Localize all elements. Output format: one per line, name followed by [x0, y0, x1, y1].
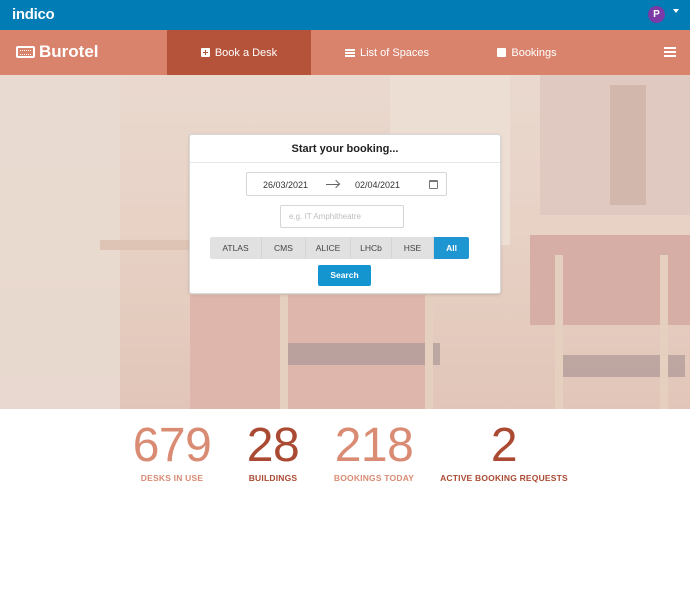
nav-bookings[interactable]: Bookings — [463, 30, 591, 75]
arrow-right-icon — [326, 184, 339, 185]
nav-bookings-label: Bookings — [511, 46, 557, 59]
list-icon — [344, 48, 355, 57]
stat-desks-in-use: 679 DESKS IN USE — [122, 419, 222, 484]
stat-value: 679 — [132, 419, 212, 472]
nav-list-of-spaces[interactable]: List of Spaces — [311, 30, 463, 75]
filter-cms[interactable]: CMS — [262, 237, 306, 259]
top-bar: indico P — [0, 0, 690, 30]
search-button[interactable]: Search — [318, 265, 371, 286]
stat-label: BUILDINGS — [248, 473, 298, 483]
main-nav: Burotel Book a Desk List of Spaces Booki… — [0, 30, 690, 75]
stat-buildings: 28 BUILDINGS — [236, 419, 310, 484]
filter-atlas[interactable]: ATLAS — [210, 237, 262, 259]
stat-active-booking-requests: 2 ACTIVE BOOKING REQUESTS — [438, 419, 570, 484]
brand-name: Burotel — [39, 42, 99, 61]
booking-card-title: Start your booking... — [190, 135, 500, 163]
plus-square-icon — [200, 48, 210, 57]
filter-lhcb[interactable]: LHCb — [351, 237, 392, 259]
booking-card: Start your booking... 26/03/2021 02/04/2… — [189, 134, 501, 294]
hamburger-icon[interactable] — [664, 47, 676, 57]
nav-book-desk[interactable]: Book a Desk — [167, 30, 311, 75]
filter-hse[interactable]: HSE — [392, 237, 434, 259]
stat-value: 2 — [490, 419, 518, 472]
filter-all[interactable]: All — [434, 237, 469, 259]
nav-book-desk-label: Book a Desk — [214, 46, 278, 59]
stat-label: BOOKINGS TODAY — [333, 473, 415, 483]
calendar-icon — [497, 48, 507, 57]
keyboard-icon — [16, 46, 35, 58]
stat-label: ACTIVE BOOKING REQUESTS — [440, 473, 568, 483]
date-range-picker[interactable]: 26/03/2021 02/04/2021 — [246, 172, 447, 196]
stat-label: DESKS IN USE — [140, 473, 204, 483]
nav-list-of-spaces-label: List of Spaces — [359, 46, 430, 59]
stat-bookings-today: 218 BOOKINGS TODAY — [322, 419, 426, 484]
calendar-icon[interactable] — [429, 180, 438, 189]
stat-value: 218 — [334, 419, 414, 472]
experiment-filter-group: ATLAS CMS ALICE LHCb HSE All — [210, 237, 469, 259]
stat-value: 28 — [246, 419, 300, 472]
chevron-down-icon[interactable] — [673, 9, 679, 13]
logo-text: indico — [12, 6, 55, 23]
start-date[interactable]: 26/03/2021 — [263, 180, 308, 190]
room-search-input[interactable] — [280, 205, 404, 228]
filter-alice[interactable]: ALICE — [306, 237, 351, 259]
end-date[interactable]: 02/04/2021 — [355, 180, 400, 190]
brand-link[interactable]: Burotel — [16, 42, 99, 62]
indico-logo[interactable]: indico — [12, 6, 55, 23]
user-avatar[interactable]: P — [648, 6, 665, 23]
